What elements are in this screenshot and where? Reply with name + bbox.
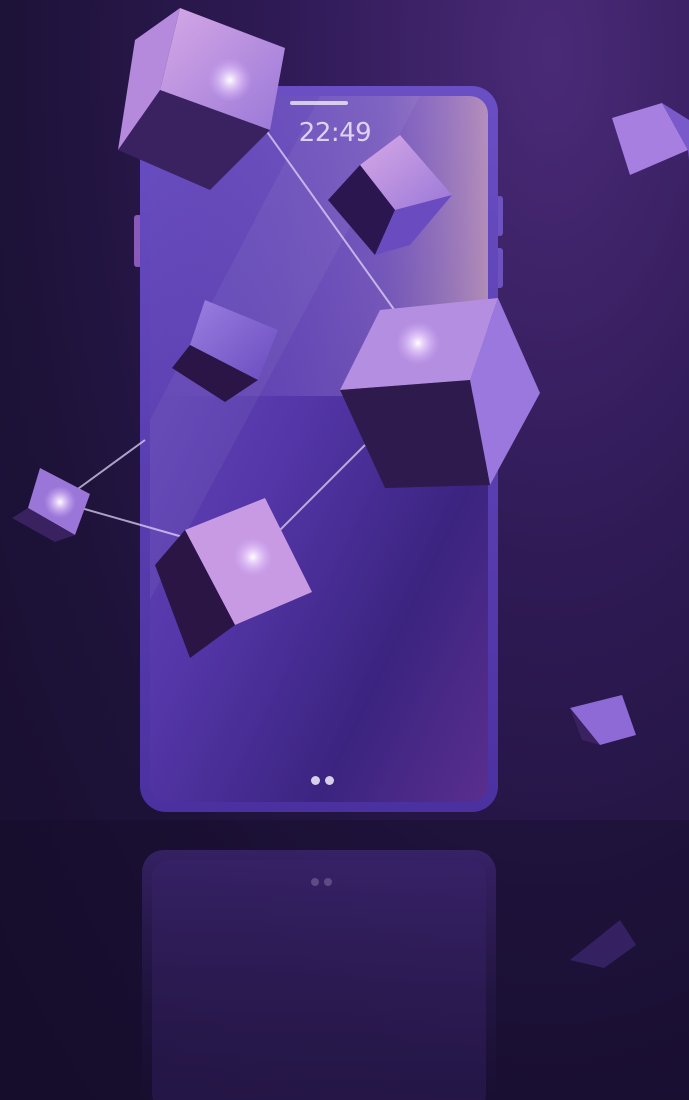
page-indicator-dot xyxy=(325,776,334,785)
page-indicator-dot-reflection xyxy=(311,878,319,886)
cube-icon xyxy=(612,103,689,175)
clock-time: 22:49 xyxy=(298,118,372,148)
illustration-canvas xyxy=(0,8,689,1100)
page-indicator-dot xyxy=(311,776,320,785)
page-indicator-reflection xyxy=(311,878,332,886)
page-indicator-dot-reflection xyxy=(324,878,332,886)
phone-notch-glow xyxy=(290,101,348,105)
cube-icon xyxy=(570,695,636,745)
page-indicator xyxy=(311,776,334,785)
